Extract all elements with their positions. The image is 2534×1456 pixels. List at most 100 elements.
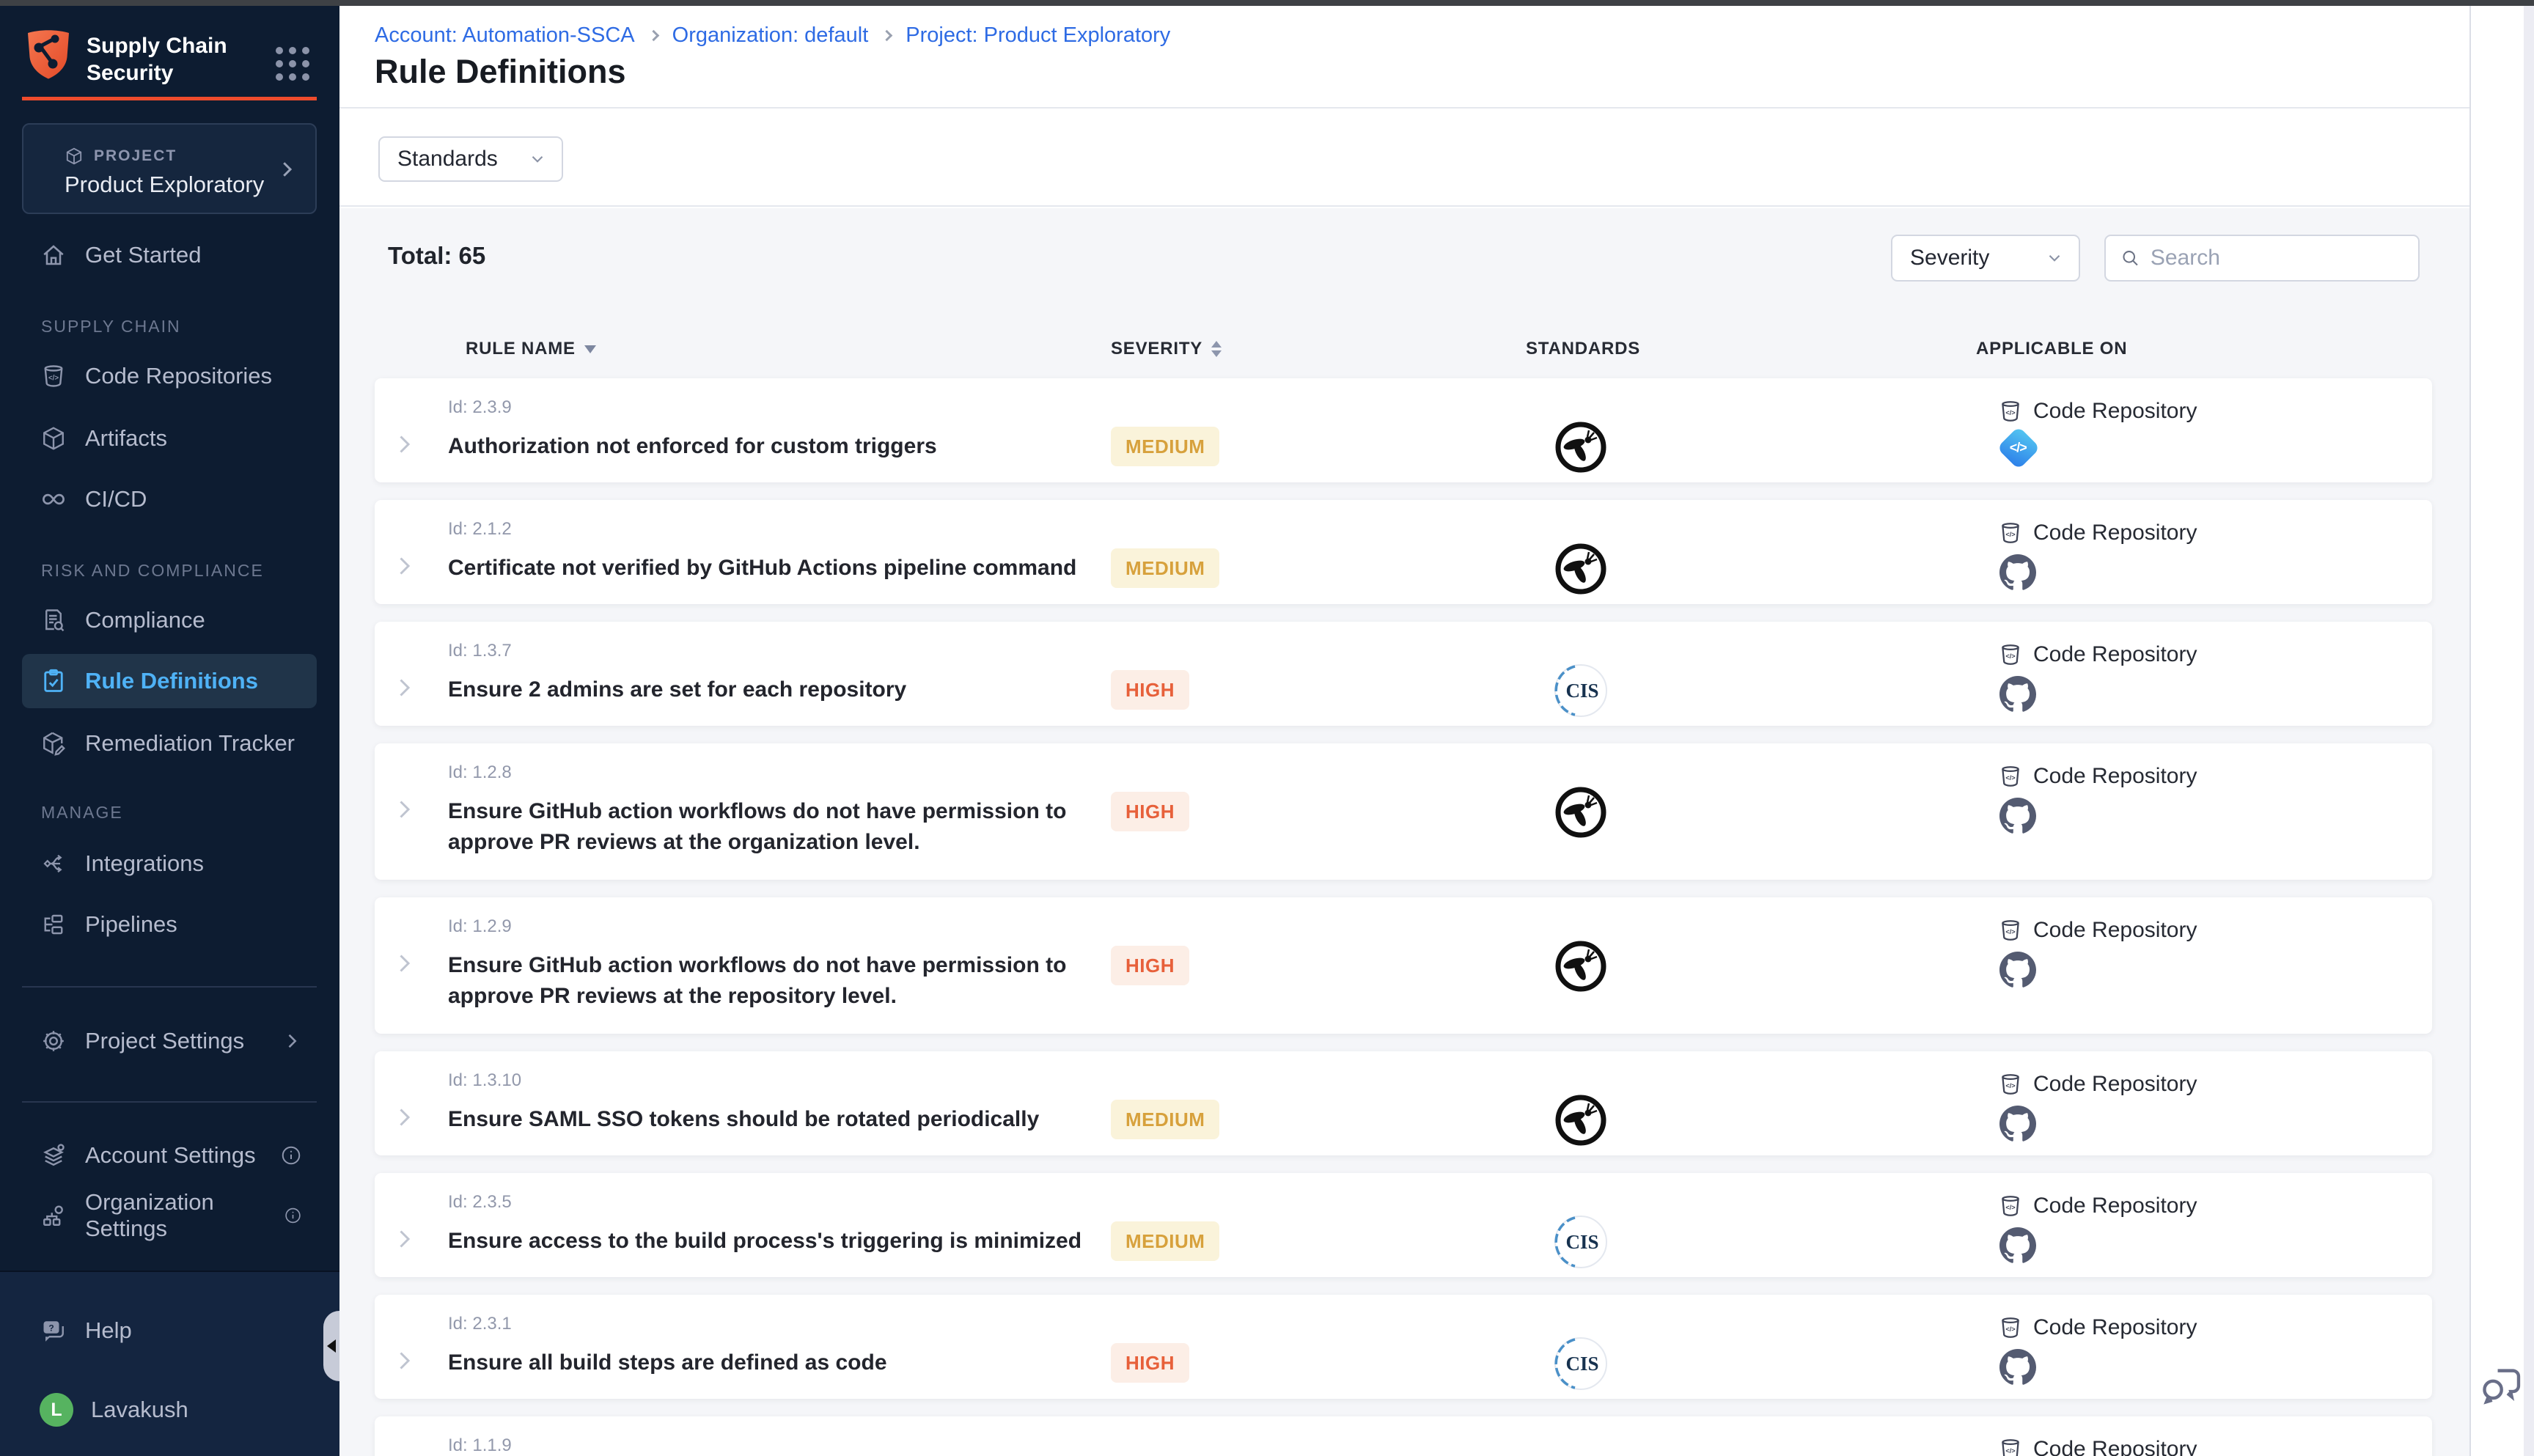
expand-row-icon[interactable]: [391, 950, 417, 977]
sidebar-collapse-handle[interactable]: [323, 1311, 339, 1381]
sidebar: Supply Chain Security PROJECT Product Ex…: [0, 6, 339, 1456]
sidebar-item-integrations[interactable]: Integrations: [22, 843, 317, 884]
svg-text:CIS: CIS: [1565, 1231, 1598, 1253]
severity-badge: MEDIUM: [1111, 548, 1219, 588]
owasp-standard-icon: [1553, 938, 1609, 994]
sidebar-item-artifacts[interactable]: Artifacts: [22, 418, 317, 459]
rule-name: Ensure SAML SSO tokens should be rotated…: [448, 1104, 1039, 1135]
sidebar-item-code-repositories[interactable]: </> Code Repositories: [22, 356, 317, 397]
svg-text:</>: </>: [2005, 928, 2015, 935]
applicable-on-cell: </> Code Repository: [1998, 642, 2197, 714]
sidebar-item-account-settings[interactable]: Account Settings: [22, 1135, 317, 1176]
owasp-standard-icon: [1553, 1092, 1609, 1148]
applicable-on-label: Code Repository: [2033, 1437, 2197, 1456]
table-row[interactable]: Id: 2.1.2 Certificate not verified by Gi…: [375, 500, 2432, 604]
expand-row-icon[interactable]: [391, 1104, 417, 1130]
rule-id: Id: 2.3.1: [448, 1314, 887, 1334]
sidebar-item-cicd[interactable]: CI/CD: [22, 479, 317, 520]
applicable-on-label: Code Repository: [2033, 764, 2197, 789]
breadcrumb: Account: Automation-SSCA Organization: d…: [375, 23, 1170, 48]
rule-name: Ensure all build steps are defined as co…: [448, 1347, 887, 1378]
rule-name: Ensure GitHub action workflows do not ha…: [448, 950, 1093, 1012]
applicable-on-cell: </> Code Repository: [1998, 764, 2197, 836]
user-menu[interactable]: L Lavakush: [22, 1389, 317, 1430]
breadcrumb-project[interactable]: Project: Product Exploratory: [906, 23, 1170, 48]
app-logo: Supply Chain Security: [25, 28, 227, 87]
project-selector[interactable]: PROJECT Product Exploratory: [22, 123, 317, 214]
provider-icon-slot: [1999, 554, 2038, 592]
project-name: Product Exploratory: [65, 172, 264, 198]
feedback-chat-icon[interactable]: [2480, 1362, 2525, 1408]
chevron-right-icon: [282, 1031, 302, 1051]
sidebar-item-rule-definitions[interactable]: Rule Definitions: [22, 654, 317, 708]
document-search-icon: [40, 606, 67, 634]
provider-icon-slot: [1999, 1349, 2038, 1387]
expand-row-icon[interactable]: [391, 674, 417, 701]
sidebar-item-remediation-tracker[interactable]: Remediation Tracker: [22, 723, 317, 764]
owasp-standard-icon: [1553, 541, 1609, 597]
sidebar-item-pipelines[interactable]: Pipelines: [22, 904, 317, 945]
applicable-on-label: Code Repository: [2033, 1315, 2197, 1340]
cube-icon: [65, 147, 84, 166]
sidebar-item-help[interactable]: ? Help: [22, 1310, 317, 1351]
owasp-standard-icon: [1553, 784, 1609, 840]
code-repo-icon: </>: [1998, 1194, 2023, 1218]
home-icon: [40, 241, 67, 269]
project-eyebrow-label: PROJECT: [94, 147, 177, 165]
table-row[interactable]: Id: 1.2.8 Ensure GitHub action workflows…: [375, 743, 2432, 880]
breadcrumb-separator-icon: [647, 30, 659, 42]
expand-row-icon[interactable]: [391, 431, 417, 457]
code-repo-icon: </>: [1998, 1072, 2023, 1097]
provider-icon-slot: [1999, 1227, 2038, 1265]
breadcrumb-separator-icon: [881, 30, 893, 42]
github-icon: [1999, 554, 2036, 591]
table-row[interactable]: Id: 1.1.9 HIGH CIS </> Code Repository: [375, 1416, 2432, 1456]
rule-cell: Id: 2.3.5 Ensure access to the build pro…: [448, 1192, 1081, 1257]
table-row[interactable]: Id: 1.3.10 Ensure SAML SSO tokens should…: [375, 1051, 2432, 1155]
provider-icon-slot: [1999, 1106, 2038, 1144]
github-icon: [1999, 1106, 2036, 1142]
applicable-on-cell: </> Code Repository: [1998, 918, 2197, 990]
sidebar-item-get-started[interactable]: Get Started: [22, 235, 317, 276]
clipboard-check-icon: [40, 667, 67, 695]
sidebar-item-compliance[interactable]: Compliance: [22, 600, 317, 641]
rule-cell: Id: 1.1.9: [448, 1435, 512, 1456]
table-row[interactable]: Id: 2.3.1 Ensure all build steps are def…: [375, 1295, 2432, 1399]
breadcrumb-account[interactable]: Account: Automation-SSCA: [375, 23, 635, 48]
column-header-severity[interactable]: SEVERITY: [1111, 339, 1222, 359]
svg-text:?: ?: [48, 1323, 54, 1333]
github-icon: [1999, 1349, 2036, 1386]
search-input[interactable]: [2151, 246, 2403, 271]
sidebar-item-organization-settings[interactable]: Organization Settings: [22, 1195, 317, 1236]
table-row[interactable]: Id: 2.3.9 Authorization not enforced for…: [375, 378, 2432, 482]
expand-row-icon[interactable]: [391, 553, 417, 579]
rule-id: Id: 2.3.5: [448, 1192, 1081, 1213]
standards-icons: [1518, 784, 1643, 840]
search-box: [2104, 235, 2420, 282]
sidebar-footer: ? Help L Lavakush: [0, 1271, 339, 1456]
severity-filter-dropdown[interactable]: Severity: [1891, 235, 2080, 282]
expand-row-icon[interactable]: [391, 1347, 417, 1374]
table-row[interactable]: Id: 2.3.5 Ensure access to the build pro…: [375, 1173, 2432, 1277]
breadcrumb-organization[interactable]: Organization: default: [672, 23, 869, 48]
code-repo-icon: </>: [1998, 1315, 2023, 1340]
column-header-applicable-on: APPLICABLE ON: [1976, 339, 2127, 359]
severity-badge: HIGH: [1111, 946, 1189, 985]
github-icon: [1999, 798, 2036, 834]
provider-icon-slot: </>: [1999, 433, 2038, 471]
scrollbar[interactable]: [2524, 6, 2534, 1456]
standards-filter-dropdown[interactable]: Standards: [378, 136, 563, 182]
applicable-on-label: Code Repository: [2033, 399, 2197, 424]
severity-badge: MEDIUM: [1111, 427, 1219, 466]
expand-row-icon[interactable]: [391, 796, 417, 823]
sidebar-item-project-settings[interactable]: Project Settings: [22, 1021, 317, 1062]
column-header-rule-name[interactable]: RULE NAME: [466, 339, 596, 359]
table-row[interactable]: Id: 1.2.9 Ensure GitHub action workflows…: [375, 897, 2432, 1034]
svg-text:</>: </>: [2005, 652, 2015, 660]
expand-row-icon[interactable]: [391, 1226, 417, 1252]
app-switcher-icon[interactable]: [276, 47, 309, 81]
rule-cell: Id: 1.3.10 Ensure SAML SSO tokens should…: [448, 1070, 1039, 1135]
table-row[interactable]: Id: 1.3.7 Ensure 2 admins are set for ea…: [375, 622, 2432, 726]
code-repo-icon: </>: [1998, 918, 2023, 943]
code-repo-icon: </>: [1998, 764, 2023, 789]
